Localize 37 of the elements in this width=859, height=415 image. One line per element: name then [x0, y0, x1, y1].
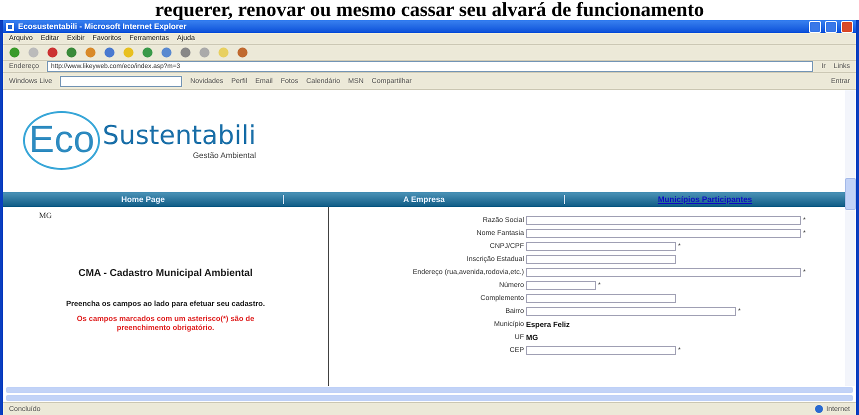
horizontal-scrollbar[interactable] — [3, 394, 856, 402]
logo-text: Sustentabili — [102, 120, 256, 150]
input-field[interactable] — [526, 268, 801, 277]
globe-icon — [815, 405, 824, 413]
toolbar-icon[interactable] — [85, 47, 96, 58]
toolbar-icon[interactable] — [142, 47, 153, 58]
browser-icon — [6, 22, 14, 30]
input-field[interactable] — [526, 346, 676, 355]
window-title: Ecosustentabili - Microsoft Internet Explorer — [18, 22, 188, 31]
form-heading: CMA - Cadastro Municipal Ambiental — [78, 268, 253, 279]
input-field[interactable] — [526, 229, 801, 238]
toolbar-icon[interactable] — [104, 47, 115, 58]
toolbar-icon[interactable] — [161, 47, 172, 58]
nav-link[interactable]: A Empresa — [284, 195, 564, 204]
close-button[interactable] — [841, 20, 853, 32]
state-text: MG — [39, 211, 52, 220]
toolbar-icon[interactable] — [47, 47, 58, 58]
input-field[interactable] — [526, 216, 801, 225]
toolbar-icon[interactable] — [180, 47, 191, 58]
input-field[interactable] — [526, 294, 676, 303]
input-field[interactable] — [526, 281, 596, 290]
horizontal-scrollbar[interactable] — [3, 386, 856, 394]
search-field[interactable] — [60, 76, 182, 86]
input-field[interactable] — [526, 255, 676, 264]
logo-tagline: Gestão Ambiental — [192, 150, 256, 160]
logo-mark: Eco — [23, 110, 100, 170]
toolbar-icon[interactable] — [237, 47, 248, 58]
toolbar-icon[interactable] — [9, 47, 20, 58]
toolbar-icon[interactable] — [66, 47, 77, 58]
input-field[interactable] — [526, 242, 676, 251]
maximize-button[interactable] — [825, 20, 837, 32]
toolbar-icon[interactable] — [199, 47, 210, 58]
vertical-scrollbar[interactable] — [845, 90, 856, 386]
nav-link[interactable]: Home Page — [3, 195, 283, 204]
minimize-button[interactable] — [809, 20, 821, 32]
input-field[interactable] — [526, 307, 736, 316]
caption-text: requerer, renovar ou mesmo cassar seu alvará de funcionamento — [154, 0, 704, 20]
